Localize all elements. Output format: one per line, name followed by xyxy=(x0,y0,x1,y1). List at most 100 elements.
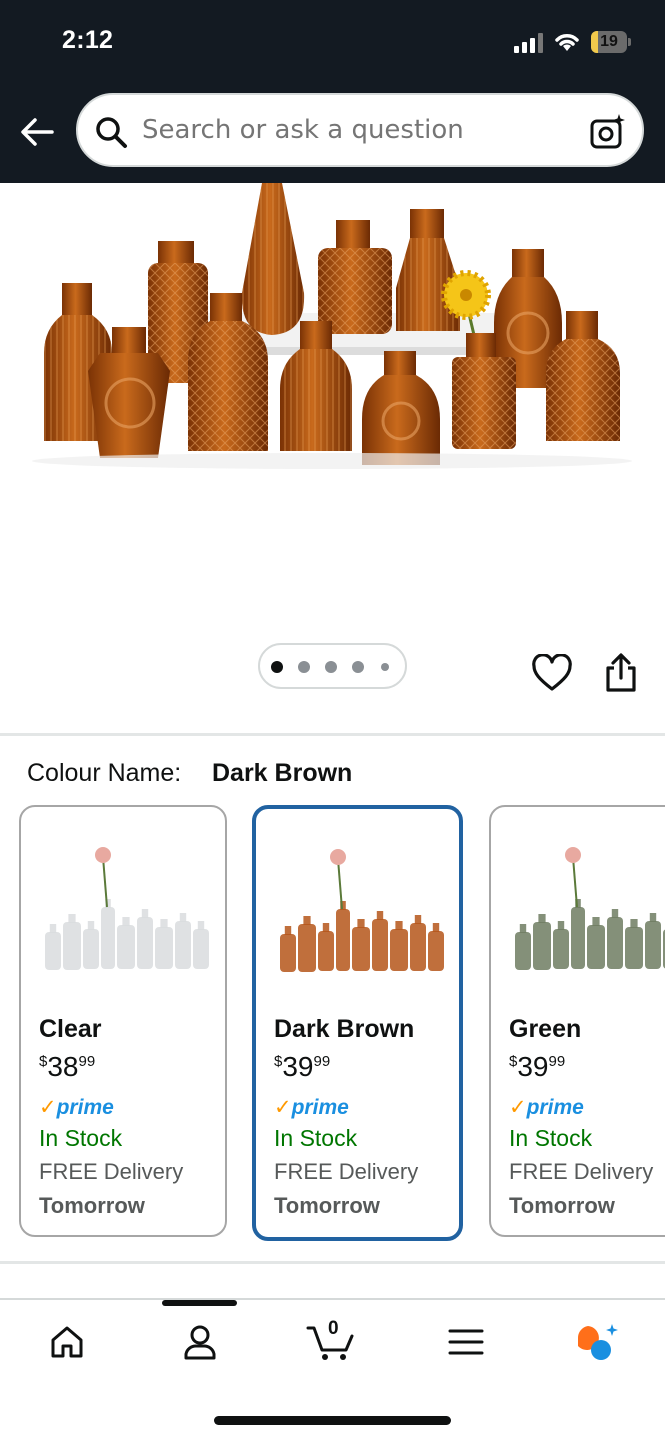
vase-shape xyxy=(155,927,173,969)
vase-neck xyxy=(303,916,311,925)
vase-shape xyxy=(318,931,334,971)
vase-neck xyxy=(49,924,57,933)
camera-icon[interactable] xyxy=(588,112,628,152)
vase-neck xyxy=(592,917,600,926)
vase-neck xyxy=(432,923,440,932)
vase-neck xyxy=(414,915,422,924)
vase-neck xyxy=(519,924,527,933)
vase-shape xyxy=(137,917,153,969)
section-divider xyxy=(0,733,665,736)
vase-shape xyxy=(553,929,569,969)
vase-neck xyxy=(284,926,292,935)
home-indicator xyxy=(214,1416,451,1425)
heart-icon[interactable] xyxy=(531,654,573,692)
vase-neck xyxy=(395,921,403,930)
variant-name: Green xyxy=(509,1015,582,1043)
flower-stem xyxy=(337,858,343,910)
variant-price: $3899 xyxy=(39,1051,96,1082)
page-dot[interactable] xyxy=(298,661,310,673)
vase-neck xyxy=(611,909,619,918)
prime-badge: ✓prime xyxy=(274,1096,349,1119)
vase-shape xyxy=(352,927,370,971)
vase-neck xyxy=(68,914,76,923)
vase-neck xyxy=(538,914,546,923)
vase-shape xyxy=(390,929,408,971)
vase-shape xyxy=(645,921,661,969)
vase-shape xyxy=(336,909,350,971)
vase-neck xyxy=(179,913,187,922)
prime-badge: ✓prime xyxy=(509,1096,584,1119)
variant-name: Dark Brown xyxy=(274,1015,415,1043)
vase-neck xyxy=(357,919,365,928)
vase-neck xyxy=(160,919,168,928)
variant-card-dark-brown[interactable]: Dark Brown $3999 ✓prime In Stock FREE De… xyxy=(252,805,463,1241)
account-icon[interactable] xyxy=(180,1322,220,1362)
vase-shape xyxy=(571,907,585,969)
variant-price: $3999 xyxy=(509,1051,566,1082)
variant-card-green[interactable]: Green $3999 ✓prime In Stock FREE Deliver… xyxy=(489,805,665,1237)
vase-neck xyxy=(122,917,130,926)
nav-active-indicator xyxy=(162,1300,237,1306)
delivery-date: Tomorrow xyxy=(274,1193,380,1218)
vase-neck xyxy=(630,919,638,928)
flower-bloom xyxy=(330,849,346,865)
vase-neck xyxy=(322,923,330,932)
vase-shape xyxy=(83,929,99,969)
delivery-date: Tomorrow xyxy=(509,1193,615,1218)
delivery-date: Tomorrow xyxy=(39,1193,145,1218)
search-bar[interactable] xyxy=(76,93,644,167)
vase-shape xyxy=(587,925,605,969)
vase-neck xyxy=(87,921,95,930)
variant-thumbnail xyxy=(45,847,209,970)
colour-name-label: Colour Name: xyxy=(27,759,182,787)
vase-neck xyxy=(376,911,384,920)
app-header: 2:12 19 xyxy=(0,0,665,183)
cellular-signal-icon xyxy=(514,33,544,53)
vase-shape xyxy=(63,922,81,970)
product-image[interactable] xyxy=(0,183,665,623)
stock-status: In Stock xyxy=(274,1125,358,1151)
variant-thumbnail xyxy=(280,849,444,972)
page-dot[interactable] xyxy=(271,661,283,673)
vase-neck xyxy=(141,909,149,918)
battery-icon: 19 xyxy=(591,31,631,53)
rufus-icon[interactable] xyxy=(574,1322,618,1362)
vase-neck xyxy=(557,921,565,930)
vase-shape xyxy=(175,921,191,969)
page-dot[interactable] xyxy=(325,661,337,673)
vase-shape xyxy=(298,924,316,972)
search-icon xyxy=(96,117,127,148)
menu-icon[interactable] xyxy=(446,1322,486,1362)
home-icon[interactable] xyxy=(47,1322,87,1362)
flower-bloom xyxy=(95,847,111,863)
status-time: 2:12 xyxy=(62,26,114,54)
flower-stem xyxy=(102,856,108,908)
back-arrow-icon[interactable] xyxy=(18,112,58,152)
delivery-text: FREE Delivery xyxy=(39,1159,184,1184)
vase-shape xyxy=(607,917,623,969)
vase-shape xyxy=(101,907,115,969)
image-pagination[interactable] xyxy=(258,643,407,689)
vase-shape xyxy=(533,922,551,970)
share-icon[interactable] xyxy=(602,652,640,694)
page-dot[interactable] xyxy=(381,663,389,671)
variant-price: $3999 xyxy=(274,1051,331,1082)
vase-shape xyxy=(45,932,61,970)
vase-shape xyxy=(372,919,388,971)
vase-neck xyxy=(649,913,657,922)
variant-card-clear[interactable]: Clear $3899 ✓prime In Stock FREE Deliver… xyxy=(19,805,227,1237)
cart-count: 0 xyxy=(328,1318,339,1339)
vase-shape xyxy=(625,927,643,969)
vase-neck xyxy=(197,921,205,930)
page-dot[interactable] xyxy=(352,661,364,673)
search-input[interactable] xyxy=(142,115,562,145)
wifi-icon xyxy=(555,34,579,51)
section-divider xyxy=(0,1261,665,1264)
vase-shape xyxy=(280,934,296,972)
flower-bloom xyxy=(565,847,581,863)
vase-shape xyxy=(428,931,444,971)
colour-name-value: Dark Brown xyxy=(212,759,353,787)
variant-thumbnail xyxy=(515,847,665,970)
vase-shape xyxy=(117,925,135,969)
vase-shape xyxy=(515,932,531,970)
